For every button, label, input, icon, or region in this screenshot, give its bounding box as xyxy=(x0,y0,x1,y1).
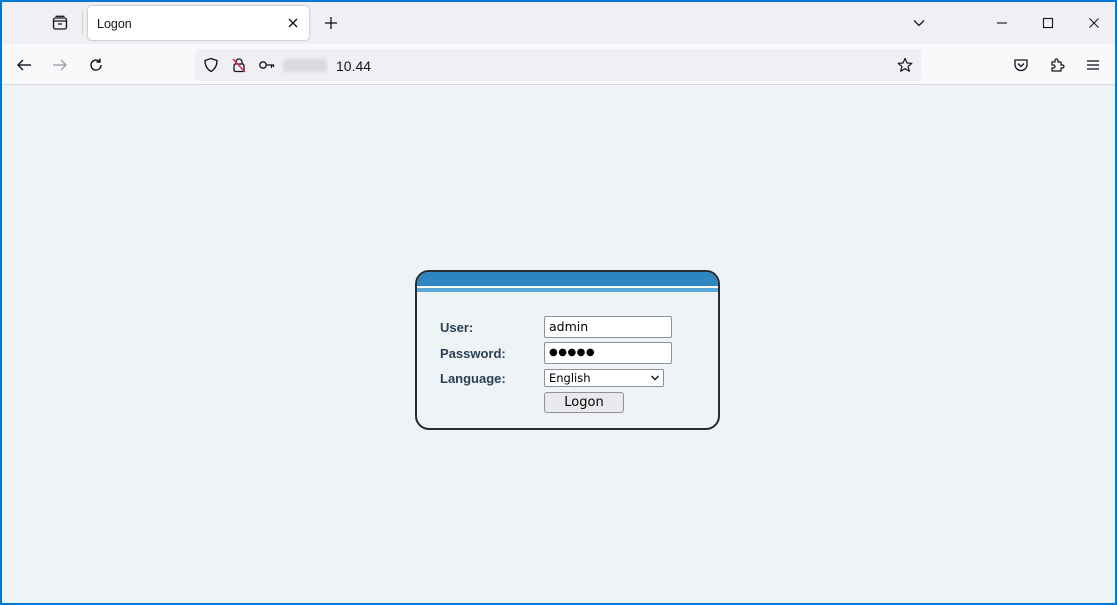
forward-button[interactable] xyxy=(46,51,74,79)
tab-strip: Logon xyxy=(2,2,1115,44)
new-tab-button[interactable] xyxy=(318,10,344,36)
logon-button[interactable]: Logon xyxy=(544,392,624,413)
reload-icon xyxy=(90,58,102,71)
insecure-lock-icon xyxy=(232,58,246,73)
browser-window: Logon 10.44 User: admin Password: ●●●●● … xyxy=(2,2,1115,603)
chevron-down-icon xyxy=(651,375,659,381)
minimize-icon xyxy=(997,22,1007,24)
language-label: Language: xyxy=(440,371,506,386)
header-stripe xyxy=(417,288,718,292)
puzzle-icon xyxy=(1051,58,1065,72)
navigation-toolbar: 10.44 xyxy=(2,44,1115,85)
tab-separator xyxy=(82,12,83,34)
firefox-view-button[interactable] xyxy=(46,10,74,36)
shield-icon xyxy=(204,57,218,73)
minimize-button[interactable] xyxy=(987,9,1017,37)
tab-title: Logon xyxy=(97,17,132,31)
pocket-button[interactable] xyxy=(1007,51,1035,79)
login-panel: User: admin Password: ●●●●● Language: En… xyxy=(415,270,720,430)
saved-logins-button[interactable] xyxy=(257,55,277,75)
language-select[interactable]: English xyxy=(544,369,664,387)
window-close-button[interactable] xyxy=(1079,9,1109,37)
hamburger-menu-icon xyxy=(1087,60,1099,70)
bookmark-star-button[interactable] xyxy=(895,55,915,75)
star-icon xyxy=(897,57,913,72)
plus-icon xyxy=(325,17,337,29)
tab-logon[interactable]: Logon xyxy=(88,6,309,40)
back-button[interactable] xyxy=(10,51,38,79)
app-menu-button[interactable] xyxy=(1079,51,1107,79)
tracking-protection-button[interactable] xyxy=(201,55,221,75)
password-input[interactable]: ●●●●● xyxy=(544,342,672,364)
user-label: User: xyxy=(440,320,474,335)
url-text[interactable]: 10.44 xyxy=(336,58,371,74)
close-icon xyxy=(1089,18,1099,28)
login-panel-header xyxy=(417,272,718,286)
user-input[interactable]: admin xyxy=(544,316,672,338)
maximize-icon xyxy=(1042,17,1054,29)
chevron-down-icon xyxy=(913,20,925,27)
tab-close-button[interactable] xyxy=(283,13,303,33)
pocket-icon xyxy=(1014,59,1028,72)
language-selected-value: English xyxy=(549,371,591,385)
firefox-view-icon xyxy=(52,15,68,30)
site-security-button[interactable] xyxy=(229,55,249,75)
list-all-tabs-button[interactable] xyxy=(904,9,934,37)
arrow-left-icon xyxy=(17,59,31,71)
arrow-right-icon xyxy=(53,59,67,71)
page-content: User: admin Password: ●●●●● Language: En… xyxy=(2,86,1115,603)
key-icon xyxy=(259,61,275,69)
password-label: Password: xyxy=(440,346,506,361)
close-icon xyxy=(288,18,298,28)
extensions-button[interactable] xyxy=(1043,51,1071,79)
reload-button[interactable] xyxy=(82,51,110,79)
url-bar[interactable]: 10.44 xyxy=(195,49,921,81)
maximize-button[interactable] xyxy=(1033,9,1063,37)
redacted-url-part xyxy=(283,59,327,72)
